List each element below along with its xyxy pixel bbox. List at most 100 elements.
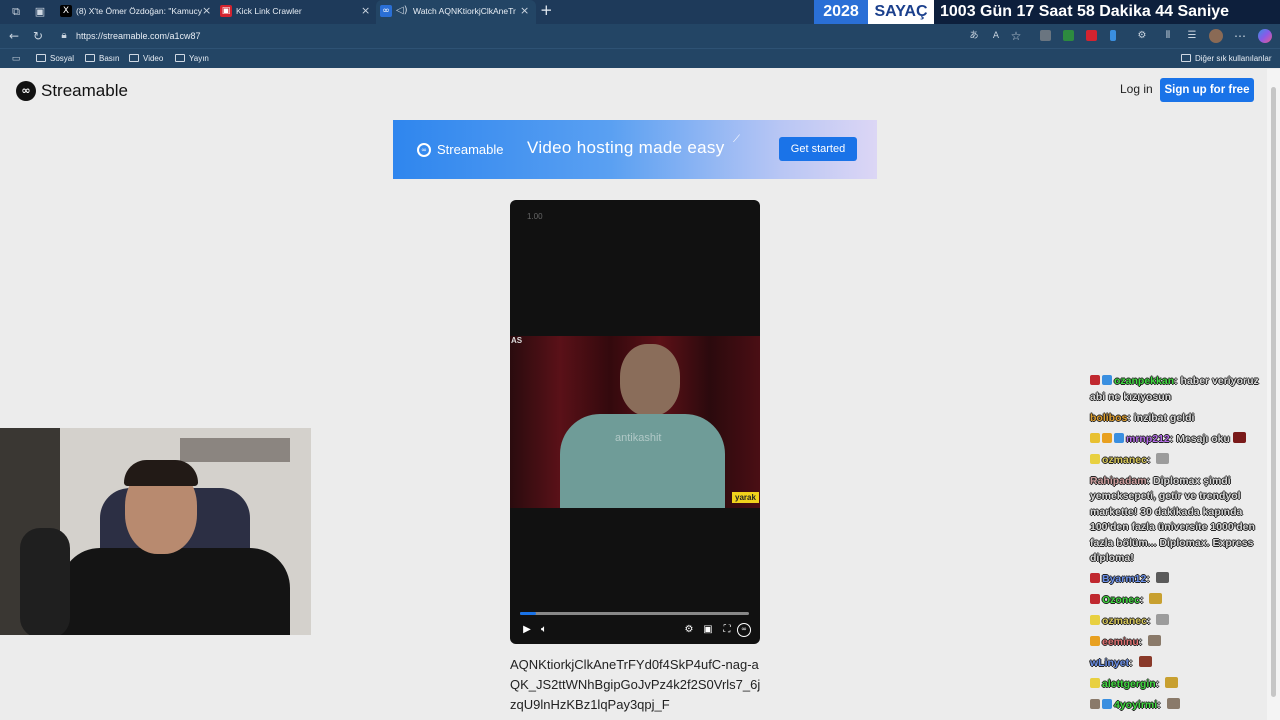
close-icon[interactable]: × bbox=[202, 0, 211, 22]
speaker-icon[interactable]: ◁) bbox=[396, 0, 408, 22]
chat-text: Mesajı oku bbox=[1176, 432, 1230, 445]
tab-title: Watch AQNKtiorkjClkAneTr bbox=[413, 6, 516, 16]
picture-in-picture-icon[interactable]: ▣ bbox=[701, 623, 715, 637]
extension-icon[interactable] bbox=[1086, 30, 1097, 41]
streamable-logo-icon: ∞ bbox=[16, 81, 36, 101]
chat-emote-icon bbox=[1155, 572, 1169, 583]
chat-badge-icon bbox=[1090, 375, 1100, 385]
progress-bar[interactable] bbox=[520, 612, 749, 615]
read-aloud-icon[interactable]: A bbox=[988, 28, 1004, 44]
favorite-star-icon[interactable]: ☆ bbox=[1008, 28, 1024, 44]
bookmark-folder-basin[interactable]: Basın bbox=[85, 49, 119, 69]
tab-streamable-watch[interactable]: ∞ ◁) Watch AQNKtiorkjClkAneTr × bbox=[376, 0, 536, 24]
chat-emote-icon bbox=[1149, 593, 1163, 604]
countdown-year: 2028 bbox=[814, 0, 868, 24]
chat-message: ozmanec: bbox=[1090, 452, 1268, 469]
chat-emote-icon bbox=[1156, 614, 1170, 625]
streamer-hair bbox=[124, 460, 198, 486]
chat-message: Ozonec: bbox=[1090, 593, 1268, 609]
site-info-icon[interactable]: 🔒︎ bbox=[56, 28, 72, 44]
video-title: AQNKtiorkjClkAneTrFYd0f4SkP4ufC-nag-aQK_… bbox=[510, 657, 761, 712]
folder-icon bbox=[36, 54, 46, 62]
chat-badge-icon bbox=[1102, 375, 1112, 385]
bookmark-folder-yayin[interactable]: Yayın bbox=[175, 49, 209, 69]
tab-actions-icon[interactable]: ▣ bbox=[32, 4, 48, 20]
streamer-body bbox=[60, 548, 290, 635]
banner-tagline: Video hosting made easy bbox=[527, 138, 725, 157]
translate-icon[interactable]: あ bbox=[966, 28, 982, 44]
playback-speed[interactable]: 1.00 bbox=[527, 212, 543, 221]
split-screen-icon[interactable]: ⫴ bbox=[1160, 28, 1176, 44]
back-icon[interactable]: ← bbox=[6, 28, 22, 44]
extensions-icon[interactable]: ⚙ bbox=[1134, 28, 1150, 44]
browser-address-bar: ← ↻ 🔒︎ https://streamable.com/a1cw87 あ A… bbox=[0, 24, 1280, 48]
extension-icon[interactable] bbox=[1110, 30, 1116, 41]
more-icon[interactable]: ⋯ bbox=[1232, 28, 1248, 44]
bookmarks-bar: ▭ Sosyal Basın Video Yayın Diğer sık kul… bbox=[0, 48, 1280, 68]
streamable-icon: ∞ bbox=[380, 5, 392, 17]
settings-icon[interactable]: ⚙ bbox=[682, 623, 696, 637]
url-field[interactable]: https://streamable.com/a1cw87 bbox=[76, 24, 201, 48]
volume-icon[interactable]: 🔈︎ bbox=[537, 623, 551, 637]
countdown-time: 1003 Gün 17 Saat 58 Dakika 44 Saniye bbox=[940, 3, 1230, 20]
streamable-logo-icon: ∞ bbox=[417, 142, 431, 157]
person-head bbox=[620, 344, 680, 416]
bookmark-folder-sosyal[interactable]: Sosyal bbox=[36, 49, 74, 69]
other-bookmarks[interactable]: Diğer sık kullanılanlar bbox=[1181, 49, 1271, 69]
video-player[interactable]: 1.00 AS antikashit yarak ▶ 🔈︎ ⚙ ▣ ⛶ ∞ bbox=[510, 200, 760, 644]
chat-message: eeminu: bbox=[1090, 635, 1268, 651]
close-icon[interactable]: × bbox=[520, 0, 529, 22]
extension-icon[interactable] bbox=[1063, 30, 1074, 41]
folder-icon bbox=[1181, 54, 1191, 62]
refresh-icon[interactable]: ↻ bbox=[30, 28, 46, 44]
browser-tab-bar: ⧉ ▣ X (8) X'te Ömer Özdoğan: "Kamucy × ▣… bbox=[0, 0, 1280, 24]
tab-x-post[interactable]: X (8) X'te Ömer Özdoğan: "Kamucy × bbox=[56, 0, 216, 24]
streamable-logo[interactable]: ∞ Streamable bbox=[16, 81, 128, 101]
get-started-button[interactable]: Get started bbox=[779, 137, 857, 161]
signup-button[interactable]: Sign up for free bbox=[1160, 78, 1254, 102]
bookmark-label: Diğer sık kullanılanlar bbox=[1195, 54, 1272, 63]
chat-username: alettgergin bbox=[1102, 678, 1156, 690]
workspaces-icon[interactable]: ⧉ bbox=[8, 4, 24, 20]
copilot-icon[interactable] bbox=[1258, 29, 1272, 43]
new-tab-button[interactable]: + bbox=[540, 2, 553, 18]
chat-username: ozanpekkan bbox=[1114, 375, 1175, 387]
chat-badge-icon bbox=[1090, 453, 1100, 464]
fullscreen-icon[interactable]: ⛶ bbox=[720, 623, 734, 637]
bookmark-label: Yayın bbox=[189, 54, 209, 63]
streamer-webcam bbox=[0, 428, 311, 635]
chat-message: Rahipadam: Diplomax şimdi yemeksepeti, g… bbox=[1090, 474, 1255, 565]
progress-fill bbox=[520, 612, 537, 615]
chat-message: bolibos: inzibat geldi bbox=[1090, 411, 1195, 424]
scrollbar-thumb[interactable] bbox=[1271, 87, 1276, 697]
page-scrollbar[interactable] bbox=[1267, 69, 1280, 720]
play-icon[interactable]: ▶ bbox=[520, 623, 534, 637]
banner-brand: Streamable bbox=[437, 142, 504, 157]
chat-emote-icon bbox=[1166, 698, 1180, 709]
chat-badge-icon bbox=[1090, 573, 1100, 583]
chat-emote-icon bbox=[1156, 452, 1170, 464]
chat-text: Diplomax şimdi yemeksepeti, getir ve tre… bbox=[1090, 474, 1255, 565]
chat-badge-icon bbox=[1090, 594, 1100, 604]
streamable-icon[interactable]: ∞ bbox=[737, 623, 751, 637]
chat-badge-icon bbox=[1090, 636, 1100, 646]
chat-username: mrnp212 bbox=[1126, 432, 1170, 445]
chat-badge-icon bbox=[1102, 699, 1112, 709]
chat-username: eeminu bbox=[1102, 636, 1139, 648]
close-icon[interactable]: × bbox=[361, 0, 370, 22]
x-logo-icon: X bbox=[60, 5, 72, 17]
profile-avatar[interactable] bbox=[1209, 29, 1223, 43]
tab-kick-crawler[interactable]: ▣ Kick Link Crawler × bbox=[216, 0, 376, 24]
bookmark-menu-icon[interactable]: ▭ bbox=[8, 51, 24, 67]
microphone bbox=[20, 528, 70, 635]
folder-icon bbox=[175, 54, 185, 62]
chat-badge-icon bbox=[1102, 432, 1112, 443]
video-caption: yarak bbox=[732, 492, 759, 503]
extension-icon[interactable] bbox=[1040, 30, 1051, 41]
stream-chat-overlay: ozanpekkan: haber veriyoruz abi ne kızıy… bbox=[1090, 374, 1268, 719]
collections-icon[interactable]: ☰ bbox=[1184, 28, 1200, 44]
bookmark-folder-video[interactable]: Video bbox=[129, 49, 163, 69]
chat-message: mrnp212: Mesajı oku bbox=[1090, 431, 1268, 448]
promo-banner[interactable]: ∞ Streamable Video hosting made easy ⟋ G… bbox=[393, 120, 877, 179]
login-link[interactable]: Log in bbox=[1120, 82, 1153, 96]
